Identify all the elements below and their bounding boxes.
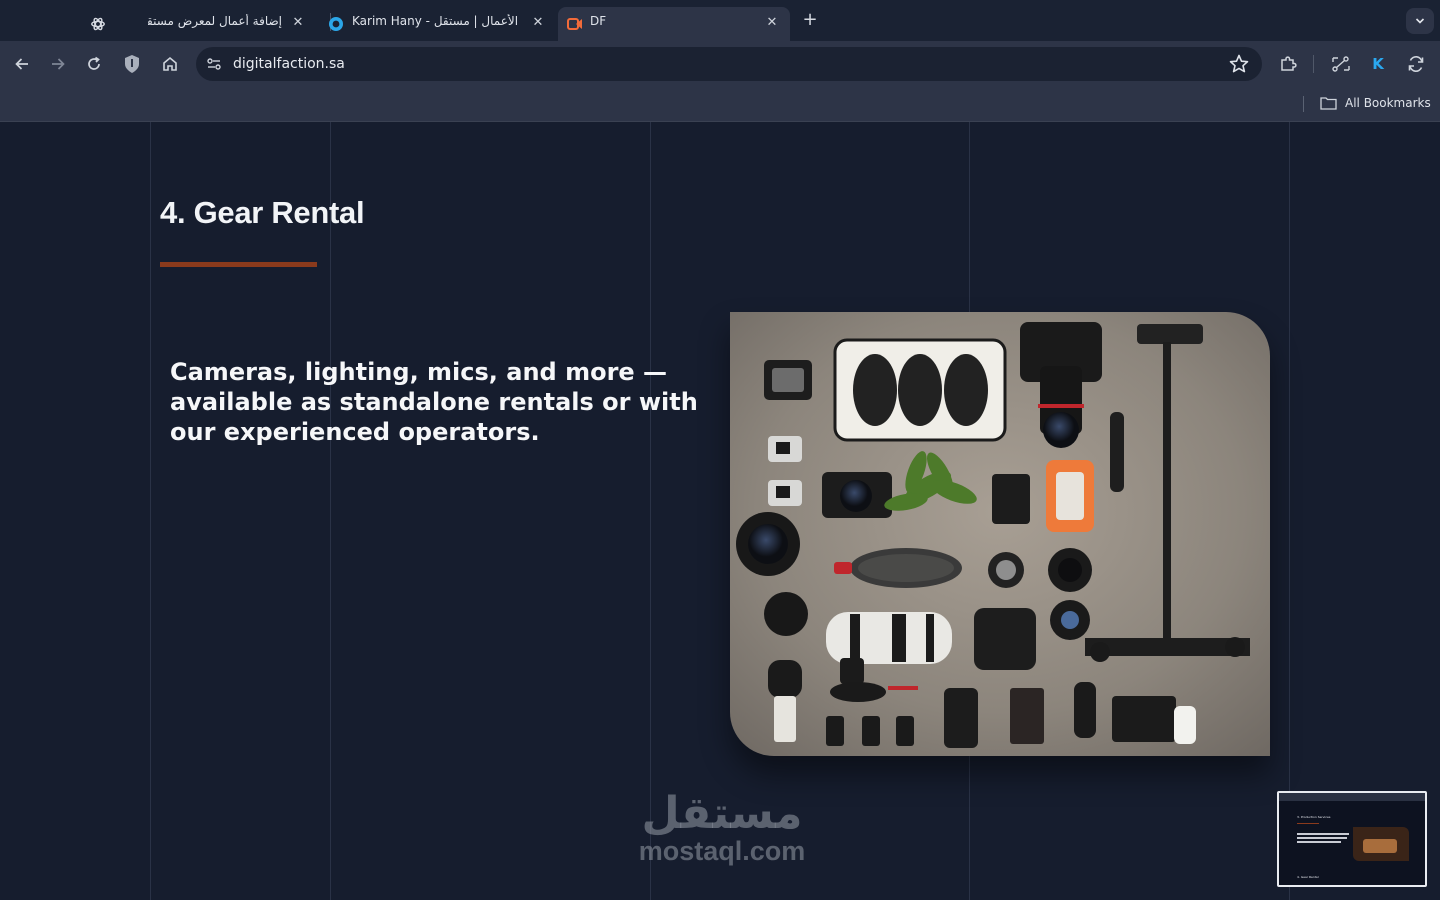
tab-strip: إضافة أعمال لمعرض مستقل ✕ Karim Hany - م… — [0, 0, 1440, 41]
page-content: 4. Gear Rental Cameras, lighting, mics, … — [0, 122, 1440, 900]
thumbnail-heading: 3. Production Services — [1297, 815, 1331, 819]
tab-df-active[interactable]: DF ✕ — [558, 7, 790, 41]
tab-close-icon[interactable]: ✕ — [764, 15, 780, 31]
tab-openai[interactable] — [80, 7, 116, 41]
reload-button[interactable] — [83, 53, 105, 75]
chevron-down-icon — [1415, 18, 1425, 24]
folder-icon — [1320, 97, 1337, 110]
df-icon — [567, 18, 582, 30]
all-bookmarks-label: All Bookmarks — [1345, 96, 1431, 110]
home-icon — [163, 56, 177, 71]
refresh-icon — [1408, 56, 1424, 72]
openai-icon — [91, 17, 105, 31]
section-description: Cameras, lighting, mics, and more — avai… — [170, 358, 698, 446]
thumbnail-footer: 4. Gear Rental — [1297, 875, 1319, 879]
home-button[interactable] — [159, 53, 181, 75]
tab-title: DF — [590, 14, 607, 28]
tab-close-icon[interactable]: ✕ — [290, 15, 306, 31]
tab-title: إضافة أعمال لمعرض مستقل — [148, 14, 282, 28]
shield-icon — [125, 55, 139, 73]
puzzle-icon — [1281, 56, 1297, 71]
all-bookmarks-button[interactable]: All Bookmarks — [1320, 96, 1431, 110]
arrow-left-icon — [15, 58, 28, 70]
shield-button[interactable] — [121, 53, 143, 75]
tab-karim-hany[interactable]: Karim Hany - معرض الأعمال | مستقل ✕ — [318, 7, 556, 41]
url-text: digitalfaction.sa — [233, 56, 345, 72]
gear-photo — [730, 312, 1270, 756]
section-title: 4. Gear Rental — [160, 195, 365, 230]
back-button[interactable] — [11, 53, 33, 75]
mostaql-watermark: مستقل mostaql.com — [632, 788, 812, 867]
site-settings-icon[interactable] — [206, 56, 222, 72]
address-bar[interactable]: digitalfaction.sa — [196, 47, 1262, 81]
sync-tabs-button[interactable] — [1330, 53, 1352, 75]
watermark-english: mostaql.com — [638, 836, 806, 866]
page-preview-thumbnail[interactable]: 3. Production Services 4. Gear Rental — [1277, 791, 1427, 887]
browser-toolbar: digitalfaction.sa K — [0, 41, 1440, 86]
extensions-button[interactable] — [1277, 53, 1299, 75]
arrow-right-icon — [52, 58, 65, 70]
tab-search-button[interactable] — [1406, 8, 1434, 34]
network-icon — [1332, 56, 1350, 72]
title-underline — [160, 262, 317, 267]
profile-avatar[interactable]: K — [1367, 53, 1389, 75]
watermark-arabic: مستقل — [641, 788, 803, 839]
tab-add-works[interactable]: إضافة أعمال لمعرض مستقل ✕ — [138, 7, 316, 41]
new-tab-button[interactable]: + — [800, 10, 820, 30]
bookmarks-bar: All Bookmarks — [0, 86, 1440, 122]
reload-icon — [88, 56, 100, 70]
update-button[interactable] — [1405, 53, 1427, 75]
mostaql-icon — [329, 17, 343, 31]
tab-title: Karim Hany - معرض الأعمال | مستقل — [352, 14, 520, 28]
forward-button[interactable] — [47, 53, 69, 75]
tab-close-icon[interactable]: ✕ — [530, 15, 546, 31]
bookmark-star-icon[interactable] — [1228, 53, 1250, 75]
